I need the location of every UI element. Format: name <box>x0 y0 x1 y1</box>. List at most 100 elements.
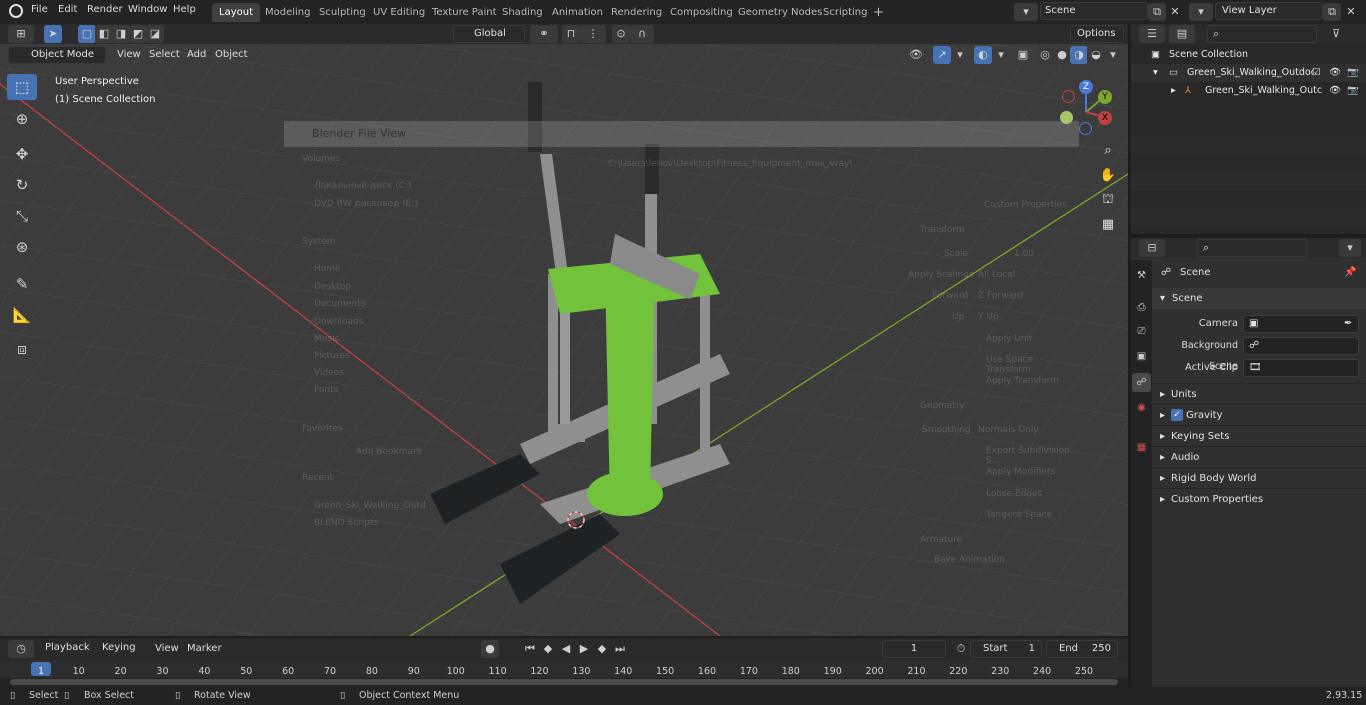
end-frame-field[interactable]: End 250 <box>1046 640 1118 658</box>
next-keyframe-icon[interactable]: ◆ <box>593 640 611 658</box>
menu-add[interactable]: Add <box>182 46 211 64</box>
snap-icon[interactable]: ⊓ <box>562 25 580 43</box>
new-scene-icon[interactable]: ⧉ <box>1148 3 1166 21</box>
menu-render[interactable]: Render <box>87 4 123 15</box>
pivot-icon[interactable]: ⚭ <box>530 25 558 43</box>
mode-dropdown[interactable]: Object Mode <box>8 46 106 64</box>
falloff-icon[interactable]: ∩ <box>630 25 654 43</box>
pan-hand-icon[interactable]: ✋ <box>1097 165 1119 187</box>
select-intersect-icon[interactable]: ◪ <box>146 25 164 43</box>
select-tool-icon[interactable]: ➤ <box>44 25 62 43</box>
shading-menu-icon[interactable]: ▾ <box>1104 46 1122 64</box>
exclude-checkbox-icon[interactable]: ☑ <box>1312 64 1321 82</box>
tool-tab-icon[interactable]: ⚒ <box>1132 266 1151 285</box>
select-invert-icon[interactable]: ◩ <box>129 25 147 43</box>
cursor-tool-icon[interactable]: ⊕ <box>7 106 37 132</box>
outliner-row-collection[interactable]: ▾ ▭ Green_Ski_Walking_Outdoor_ ☑ 👁 📷 <box>1131 64 1366 82</box>
scene-panel-header[interactable]: ▾ Scene <box>1152 288 1366 309</box>
tab-uv-editing[interactable]: UV Editing <box>366 3 432 22</box>
jump-end-icon[interactable]: ⏭ <box>611 640 629 658</box>
tab-shading[interactable]: Shading <box>495 3 550 22</box>
play-icon[interactable]: ▶ <box>575 640 593 658</box>
eyedropper-icon[interactable]: ✒ <box>1344 313 1352 334</box>
select-box-tool-icon[interactable]: ⬚ <box>7 74 37 100</box>
xray-icon[interactable]: ▣ <box>1014 46 1032 64</box>
world-tab-icon[interactable]: ◉ <box>1132 398 1151 417</box>
filter-icon[interactable]: ⊽ <box>1323 25 1349 43</box>
gizmo-y[interactable]: Y <box>1098 90 1112 104</box>
tab-rendering[interactable]: Rendering <box>604 3 669 22</box>
gizmo-menu-icon[interactable]: ▾ <box>951 46 969 64</box>
timeline-view-menu[interactable]: View <box>150 640 184 658</box>
view-layer-tab-icon[interactable]: ▣ <box>1132 347 1151 366</box>
pin-icon[interactable]: 📌 <box>1344 262 1356 283</box>
prev-keyframe-icon[interactable]: ◆ <box>539 640 557 658</box>
properties-options-icon[interactable]: ▾ <box>1339 239 1361 257</box>
gizmo-x[interactable]: X <box>1098 111 1112 125</box>
outliner-row-object[interactable]: ▸ ⅄ Green_Ski_Walking_Outc 👁 📷 <box>1131 82 1366 100</box>
gravity-checkbox[interactable]: ✓ <box>1171 409 1183 421</box>
overlay-menu-icon[interactable]: ▾ <box>992 46 1010 64</box>
annotate-tool-icon[interactable]: ✎ <box>7 271 37 297</box>
shading-rendered-icon[interactable]: ◒ <box>1087 46 1105 64</box>
audio-panel[interactable]: ▸ Audio <box>1152 446 1366 467</box>
render-tab-icon[interactable]: ⎙ <box>1132 298 1151 317</box>
transform-orientation-dropdown[interactable]: Global <box>453 25 525 43</box>
output-tab-icon[interactable]: ⎚ <box>1132 322 1151 341</box>
start-frame-field[interactable]: Start 1 <box>970 640 1042 658</box>
menu-window[interactable]: Window <box>128 4 167 15</box>
properties-editor-icon[interactable]: ⊟ <box>1139 239 1165 257</box>
gizmo-neg-z[interactable] <box>1079 122 1092 135</box>
visibility-icon[interactable]: 👁 <box>903 46 929 64</box>
menu-file[interactable]: File <box>31 4 48 15</box>
camera-field[interactable] <box>1243 315 1359 333</box>
gravity-panel[interactable]: ▸ ✓ Gravity <box>1152 404 1366 425</box>
delete-scene-icon[interactable]: ✕ <box>1166 3 1184 21</box>
ortho-grid-icon[interactable]: ▦ <box>1097 214 1119 236</box>
background-scene-field[interactable] <box>1243 337 1359 355</box>
navigation-gizmo[interactable]: Z Y X <box>1058 80 1118 140</box>
eye-icon[interactable]: 👁 <box>1329 64 1341 82</box>
gizmo-neg-x[interactable] <box>1062 90 1075 103</box>
display-mode-icon[interactable]: ▤ <box>1169 25 1195 43</box>
outliner-editor-icon[interactable]: ☰ <box>1139 25 1165 43</box>
gizmo-toggle-icon[interactable]: ↗ <box>933 46 951 64</box>
select-subtract-icon[interactable]: ◨ <box>112 25 130 43</box>
rotate-tool-icon[interactable]: ↻ <box>7 172 37 198</box>
texture-tab-icon[interactable]: ▦ <box>1132 438 1151 457</box>
move-tool-icon[interactable]: ✥ <box>7 141 37 167</box>
custom-properties-panel[interactable]: ▸ Custom Properties <box>1152 488 1366 509</box>
options-dropdown[interactable]: Options <box>1070 25 1124 43</box>
outliner-search-input[interactable] <box>1207 25 1317 43</box>
record-icon[interactable]: ● <box>481 640 499 658</box>
keying-menu[interactable]: Keying <box>98 640 146 658</box>
camera-render-icon[interactable]: 📷 <box>1347 64 1359 82</box>
add-cube-tool-icon[interactable]: ⧈ <box>7 336 37 362</box>
delete-view-layer-icon[interactable]: ✕ <box>1342 3 1360 21</box>
scene-tab-icon[interactable]: ☍ <box>1132 373 1151 392</box>
tab-layout[interactable]: Layout <box>212 3 260 22</box>
shading-wireframe-icon[interactable]: ◎ <box>1036 46 1054 64</box>
stopwatch-icon[interactable]: ⏱ <box>952 640 970 658</box>
jump-start-icon[interactable]: ⏮ <box>521 640 539 658</box>
gizmo-neg-y[interactable] <box>1060 111 1073 124</box>
view-layer-selector[interactable]: View Layer <box>1215 2 1323 20</box>
play-reverse-icon[interactable]: ◀ <box>557 640 575 658</box>
gizmo-z[interactable]: Z <box>1079 80 1093 94</box>
current-frame-field[interactable]: 1 <box>882 640 946 658</box>
add-workspace-button[interactable]: + <box>866 3 891 22</box>
playback-menu[interactable]: Playback <box>40 640 96 658</box>
scene-selector[interactable]: Scene <box>1040 2 1148 20</box>
blender-logo-icon[interactable] <box>9 4 23 18</box>
menu-view[interactable]: View <box>112 46 146 64</box>
tab-modeling[interactable]: Modeling <box>258 3 318 22</box>
eye-icon[interactable]: 👁 <box>1329 82 1341 100</box>
tab-texture-paint[interactable]: Texture Paint <box>425 3 504 22</box>
3d-viewport[interactable]: Blender File View Volumes Локальный диск… <box>0 24 1128 636</box>
new-view-layer-icon[interactable]: ⧉ <box>1323 3 1341 21</box>
transform-tool-icon[interactable]: ⊛ <box>7 234 37 260</box>
scene-icon[interactable]: ▾ <box>1014 3 1038 21</box>
menu-edit[interactable]: Edit <box>58 4 77 15</box>
measure-tool-icon[interactable]: 📐 <box>7 302 37 328</box>
editor-type-icon[interactable]: ⊞ <box>8 25 34 43</box>
